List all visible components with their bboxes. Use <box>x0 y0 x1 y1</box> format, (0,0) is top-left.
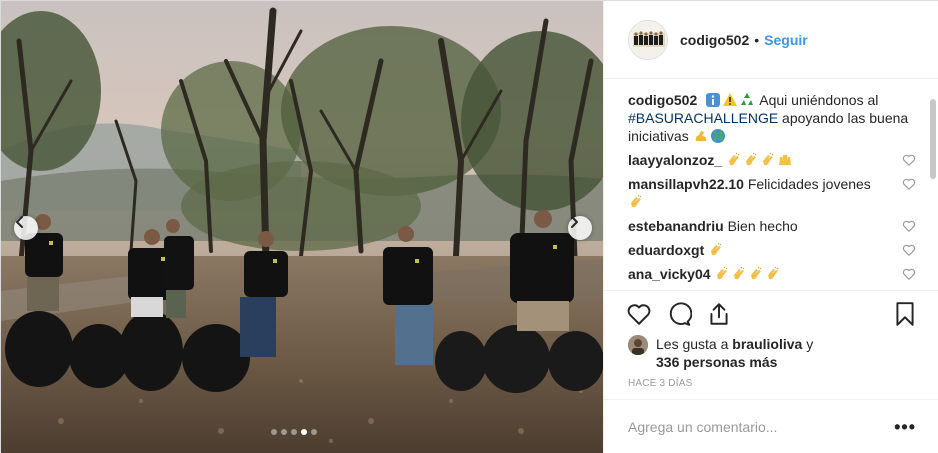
likes-summary: Les gusta a braulioliva y 336 personas m… <box>628 335 928 371</box>
carousel-prev-button[interactable] <box>14 216 38 240</box>
header-separator: • <box>754 31 760 48</box>
flexed-biceps-icon <box>695 131 706 141</box>
comment-input[interactable] <box>628 418 895 435</box>
recycle-icon <box>741 93 754 105</box>
comment-like-heart-icon[interactable] <box>902 267 916 281</box>
likes-text: Les gusta a braulioliva y 336 personas m… <box>656 335 813 371</box>
caption-username[interactable]: codigo502 <box>628 92 697 108</box>
comment-username[interactable]: mansillapvh22.10 <box>628 176 744 192</box>
carousel-dot <box>271 429 277 435</box>
comment-row: ana_vicky04 <box>628 265 916 283</box>
group-photo-icon <box>629 20 667 59</box>
add-comment-bar: ••• <box>604 399 938 453</box>
post-header: codigo502 • Seguir <box>604 1 938 79</box>
warning-icon <box>723 93 738 106</box>
raising-hands-icon <box>779 155 792 165</box>
share-icon[interactable] <box>706 301 732 327</box>
carousel-dot <box>291 429 297 435</box>
clapping-hands-icon <box>711 242 722 256</box>
clapping-hands-icon <box>768 266 779 280</box>
more-options-button[interactable]: ••• <box>894 418 916 436</box>
avatar[interactable] <box>628 19 668 60</box>
comment-items: laayyalonzoz_ mansillapvh22.10 Felicidad… <box>628 151 916 283</box>
post-details-panel: codigo502 • Seguir codigo502 Aqui uniénd… <box>603 1 938 453</box>
comment-text: Felicidades jovenes <box>747 176 871 192</box>
comment-like-heart-icon[interactable] <box>902 153 916 167</box>
liker-avatar[interactable] <box>628 335 648 355</box>
like-heart-icon[interactable] <box>626 301 652 327</box>
chevron-left-icon <box>16 216 23 228</box>
comments-scrollbar[interactable] <box>929 79 937 291</box>
comment-row: laayyalonzoz_ <box>628 151 916 169</box>
post-caption: codigo502 Aqui uniéndonos al #BASURACHAL… <box>628 91 916 145</box>
likes-count[interactable]: 336 personas más <box>656 354 777 370</box>
chevron-right-icon <box>571 216 578 228</box>
comment-like-heart-icon[interactable] <box>902 243 916 257</box>
scrollbar-thumb[interactable] <box>930 99 936 179</box>
clapping-hands-icon <box>631 194 642 208</box>
comment-like-heart-icon[interactable] <box>902 219 916 233</box>
comment-row: mansillapvh22.10 Felicidades jovenes <box>628 175 916 211</box>
globe-icon <box>710 129 725 143</box>
comments-list: codigo502 Aqui uniéndonos al #BASURACHAL… <box>628 91 916 287</box>
post-photo[interactable] <box>1 1 603 453</box>
comment-username[interactable]: ana_vicky04 <box>628 266 711 282</box>
carousel-dot <box>281 429 287 435</box>
instagram-post-modal: codigo502 • Seguir codigo502 Aqui uniénd… <box>0 0 938 453</box>
caption-text-before: Aqui uniéndonos al <box>756 92 879 108</box>
post-timestamp[interactable]: HACE 3 DÍAS <box>628 378 692 389</box>
carousel-dot <box>311 429 317 435</box>
follow-button[interactable]: Seguir <box>764 32 808 48</box>
likes-prefix: Les gusta a <box>656 336 733 352</box>
clapping-hands-icon <box>717 266 728 280</box>
post-username[interactable]: codigo502 <box>680 32 749 48</box>
comment-row: estebanandriu Bien hecho <box>628 217 916 235</box>
person-avatar-icon <box>628 335 648 355</box>
liker-username[interactable]: braulioliva <box>732 336 802 352</box>
comment-like-heart-icon[interactable] <box>902 177 916 191</box>
info-icon <box>706 93 721 107</box>
clapping-hands-icon <box>729 152 740 166</box>
likes-middle: y <box>802 336 814 352</box>
caption-hashtag[interactable]: #BASURACHALLENGE <box>628 110 778 126</box>
carousel-indicator <box>271 429 317 435</box>
photo-scene <box>1 1 603 453</box>
clapping-hands-icon <box>751 266 762 280</box>
carousel-next-button[interactable] <box>568 216 592 240</box>
comment-row: eduardoxgt <box>628 241 916 259</box>
comment-text: Bien hecho <box>727 218 798 234</box>
bookmark-icon[interactable] <box>892 301 918 327</box>
clapping-hands-icon <box>746 152 757 166</box>
comment-username[interactable]: laayyalonzoz_ <box>628 152 722 168</box>
carousel-dot <box>301 429 307 435</box>
clapping-hands-icon <box>763 152 774 166</box>
clapping-hands-icon <box>734 266 745 280</box>
post-actions <box>604 290 938 338</box>
comment-bubble-icon[interactable] <box>666 301 692 327</box>
comment-username[interactable]: estebanandriu <box>628 218 724 234</box>
comment-username[interactable]: eduardoxgt <box>628 242 704 258</box>
